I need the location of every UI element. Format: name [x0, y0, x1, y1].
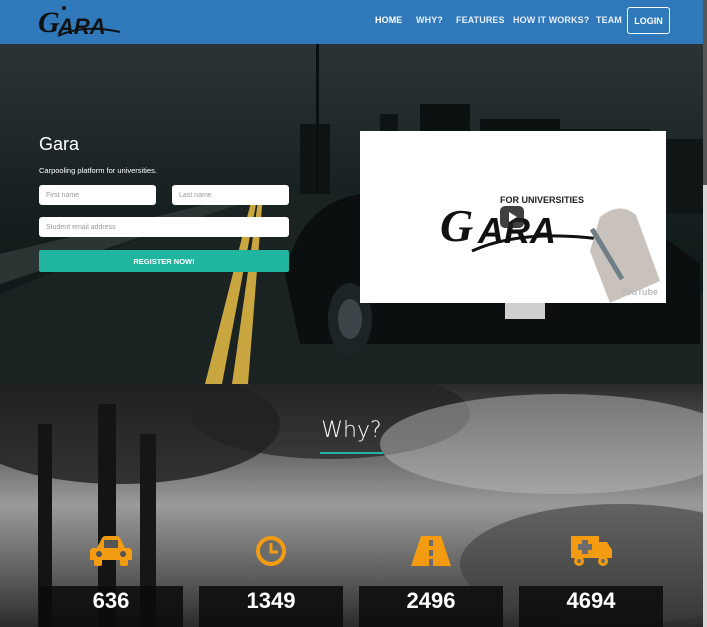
car-icon: [90, 536, 132, 566]
scrollbar-thumb[interactable]: [703, 0, 707, 185]
svg-text:G: G: [440, 200, 473, 251]
first-name-input[interactable]: First name: [39, 185, 156, 205]
nav-how-it-works[interactable]: HOW IT WORKS?: [513, 15, 589, 25]
top-navbar: G ARA HOME WHY? FEATURES HOW IT WORKS? T…: [0, 0, 703, 44]
nav-features[interactable]: FEATURES: [456, 15, 505, 25]
last-name-input[interactable]: Last name: [172, 185, 289, 205]
why-title: Why?: [321, 418, 382, 443]
register-button[interactable]: REGISTER NOW!: [39, 250, 289, 272]
svg-text:G: G: [38, 6, 60, 39]
stat-value: 1349: [246, 588, 296, 613]
stat-box: 2496: [359, 586, 503, 627]
clock-icon: [256, 536, 286, 566]
email-input[interactable]: Student email address: [39, 217, 289, 237]
play-icon[interactable]: [500, 206, 524, 228]
login-button[interactable]: LOGIN: [627, 7, 670, 34]
hero-tagline: Carpooling platform for universities.: [39, 166, 157, 175]
video-caption: FOR UNIVERSITIES: [500, 195, 585, 205]
stat-box: 636: [39, 586, 183, 627]
video-embed[interactable]: G ARA FOR UNIVERSITIES YouTube: [360, 131, 666, 303]
stat-value: 636: [92, 588, 130, 613]
road-icon: [411, 536, 451, 566]
why-section: Why? 636 1349 2496 4694: [0, 384, 703, 627]
stat-box: 1349: [199, 586, 343, 627]
svg-text:ARA: ARA: [57, 14, 106, 39]
nav-team[interactable]: TEAM: [596, 15, 622, 25]
nav-why[interactable]: WHY?: [416, 15, 443, 25]
stat-box: 4694: [519, 586, 663, 627]
nav-home[interactable]: HOME: [375, 15, 402, 25]
why-title-underline: [320, 452, 383, 454]
stat-value: 2496: [406, 588, 456, 613]
gara-logo[interactable]: G ARA: [38, 2, 122, 40]
hero-brand-title: Gara: [39, 134, 80, 154]
ambulance-icon: [571, 536, 612, 566]
stat-value: 4694: [566, 588, 616, 613]
youtube-watermark: YouTube: [620, 287, 658, 297]
hero-section: Gara Carpooling platform for universitie…: [0, 44, 703, 384]
